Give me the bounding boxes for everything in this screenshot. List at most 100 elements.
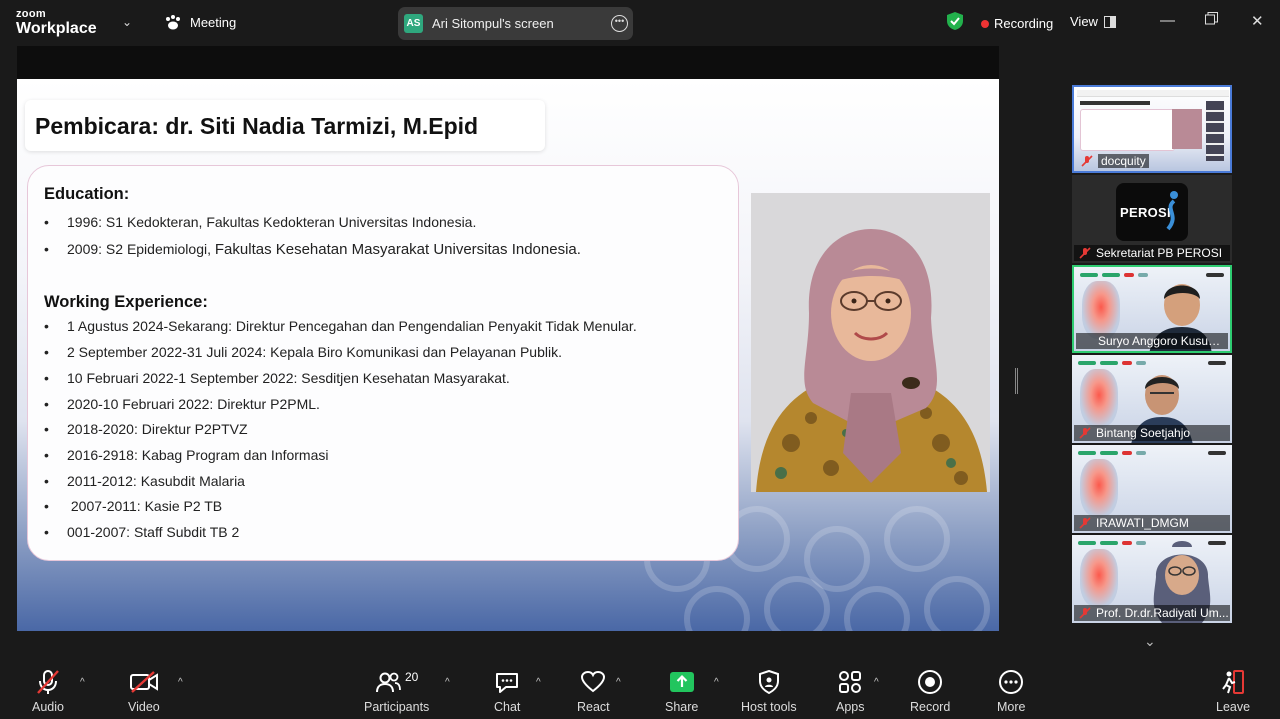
participant-name-text: IRAWATI_DMGM xyxy=(1096,516,1189,530)
audio-label: Audio xyxy=(32,700,64,714)
participant-name: IRAWATI_DMGM xyxy=(1074,515,1230,531)
chat-button[interactable]: Chat xyxy=(494,667,520,714)
apps-icon xyxy=(837,667,863,697)
apps-label: Apps xyxy=(836,700,865,714)
meeting-toolbar: Audio ^ Video ^ 20 Participants ^ Chat ^ xyxy=(0,660,1280,719)
meeting-button[interactable]: Meeting xyxy=(164,14,236,31)
participant-tile-active-speaker[interactable]: Suryo Anggoro Kusumo ... xyxy=(1072,265,1232,353)
thumb-gallery xyxy=(1206,101,1224,161)
speaker-photo xyxy=(751,193,990,492)
thumb-box xyxy=(1080,109,1175,151)
record-button[interactable]: Record xyxy=(910,667,950,714)
bullet: • xyxy=(44,524,49,540)
video-off-icon xyxy=(129,667,159,697)
share-label: Share xyxy=(665,700,699,714)
participants-options-caret-icon[interactable]: ^ xyxy=(445,677,450,688)
host-tools-label: Host tools xyxy=(741,700,797,714)
mic-muted-icon xyxy=(1079,517,1091,531)
more-label: More xyxy=(997,700,1026,714)
bullet: • xyxy=(44,498,49,514)
minimize-icon[interactable]: — xyxy=(1160,12,1175,29)
participant-name: Bintang Soetjahjo xyxy=(1074,425,1230,441)
work-text: 2020-10 Februari 2022: Direktur P2PML. xyxy=(67,396,320,412)
chat-label: Chat xyxy=(494,700,521,714)
mic-muted-icon xyxy=(1081,155,1093,169)
participant-name-text: Sekretariat PB PEROSI xyxy=(1096,246,1223,260)
audio-options-caret-icon[interactable]: ^ xyxy=(80,677,85,688)
share-button[interactable]: Share xyxy=(665,667,698,714)
view-button[interactable]: View xyxy=(1070,14,1116,29)
record-icon xyxy=(917,667,943,697)
audio-button[interactable]: Audio xyxy=(32,667,64,714)
gallery-scroll-down-icon[interactable]: ⌄ xyxy=(1144,633,1156,650)
participant-name: docquity xyxy=(1076,153,1228,169)
bullet: • xyxy=(44,241,49,257)
participant-tile[interactable]: PEROSI Sekretariat PB PEROSI xyxy=(1072,175,1232,263)
video-options-caret-icon[interactable]: ^ xyxy=(178,677,183,688)
apps-options-caret-icon[interactable]: ^ xyxy=(874,677,879,688)
education-heading: Education: xyxy=(44,185,130,203)
share-options-icon[interactable]: ••• xyxy=(611,15,628,32)
work-text: 1 Agustus 2024-Sekarang: Direktur Penceg… xyxy=(67,318,637,334)
education-text-faculty: Fakultas Kesehatan Masyarakat Universita… xyxy=(214,241,581,258)
participant-tile[interactable]: IRAWATI_DMGM xyxy=(1072,445,1232,533)
participants-count: 20 xyxy=(404,670,419,684)
work-heading: Working Experience: xyxy=(44,293,208,311)
chat-options-caret-icon[interactable]: ^ xyxy=(536,677,541,688)
mic-muted-icon xyxy=(1079,427,1091,441)
more-button[interactable]: More xyxy=(997,667,1025,714)
work-item: • 1 Agustus 2024-Sekarang: Direktur Pence… xyxy=(44,318,637,334)
knee-graphic xyxy=(1080,369,1118,427)
leave-button[interactable]: Leave xyxy=(1216,667,1250,714)
panel-resize-handle[interactable] xyxy=(1015,368,1018,394)
react-options-caret-icon[interactable]: ^ xyxy=(616,677,621,688)
recording-indicator[interactable]: Recording xyxy=(981,16,1053,31)
work-item: • 2 September 2022-31 Juli 2024: Kepala B… xyxy=(44,344,562,360)
work-item: • 2016-2918: Kabag Program dan Informasi xyxy=(44,447,329,463)
share-top-strip xyxy=(17,46,999,79)
education-item: • 2009: S2 Epidemiologi, Fakultas Kesehat… xyxy=(44,241,581,258)
app-menu-chevron-icon[interactable]: ⌄ xyxy=(122,15,132,29)
close-icon[interactable]: ✕ xyxy=(1251,12,1264,30)
bullet: • xyxy=(44,473,49,489)
restore-icon[interactable] xyxy=(1205,12,1218,29)
share-label: Ari Sitompul's screen xyxy=(432,16,554,31)
host-tools-button[interactable]: Host tools xyxy=(741,667,797,714)
more-icon xyxy=(998,667,1024,697)
work-text: 2018-2020: Direktur P2PTVZ xyxy=(67,421,248,437)
presenter-avatar: AS xyxy=(404,14,423,33)
record-label: Record xyxy=(910,700,951,714)
screen-share-indicator[interactable]: AS Ari Sitompul's screen ••• xyxy=(398,7,633,40)
participant-tile[interactable]: Prof. Dr.dr.Radiyati Um... xyxy=(1072,535,1232,623)
work-text: 2016-2918: Kabag Program dan Informasi xyxy=(67,447,329,463)
participant-name-text: Suryo Anggoro Kusumo ... xyxy=(1098,334,1228,348)
apps-button[interactable]: Apps xyxy=(836,667,865,714)
bullet: • xyxy=(44,344,49,360)
participant-name-text: Bintang Soetjahjo xyxy=(1096,426,1191,440)
mic-muted-icon xyxy=(35,667,61,697)
mic-muted-icon xyxy=(1079,607,1091,621)
education-item: • 1996: S1 Kedokteran, Fakultas Kedoktera… xyxy=(44,214,476,230)
top-bar: zoom Workplace ⌄ Meeting AS Ari Sitompul… xyxy=(0,0,1280,46)
participants-button[interactable]: 20 Participants xyxy=(364,667,429,714)
work-text: 2007-2011: Kasie P2 TB xyxy=(67,498,223,514)
security-shield-icon[interactable] xyxy=(946,11,964,36)
react-button[interactable]: React xyxy=(577,667,610,714)
recording-label: Recording xyxy=(994,16,1054,31)
work-text: 001-2007: Staff Subdit TB 2 xyxy=(67,524,240,540)
participant-tile[interactable]: docquity xyxy=(1072,85,1232,173)
work-text: 10 Februari 2022-1 September 2022: Sesdi… xyxy=(67,370,510,386)
participant-name-text: docquity xyxy=(1098,154,1149,168)
participant-name: Prof. Dr.dr.Radiyati Um... xyxy=(1074,605,1230,621)
view-label: View xyxy=(1070,14,1098,29)
participant-tile[interactable]: Bintang Soetjahjo xyxy=(1072,355,1232,443)
brand-bottom: Workplace xyxy=(16,20,97,37)
chat-icon xyxy=(494,667,520,697)
meeting-label: Meeting xyxy=(190,15,237,30)
share-options-caret-icon[interactable]: ^ xyxy=(714,677,719,688)
app-logo: zoom Workplace xyxy=(16,9,97,37)
leave-label: Leave xyxy=(1216,700,1251,714)
view-grid-icon xyxy=(1103,15,1116,28)
thumb-header xyxy=(1077,90,1229,97)
video-button[interactable]: Video xyxy=(128,667,160,714)
